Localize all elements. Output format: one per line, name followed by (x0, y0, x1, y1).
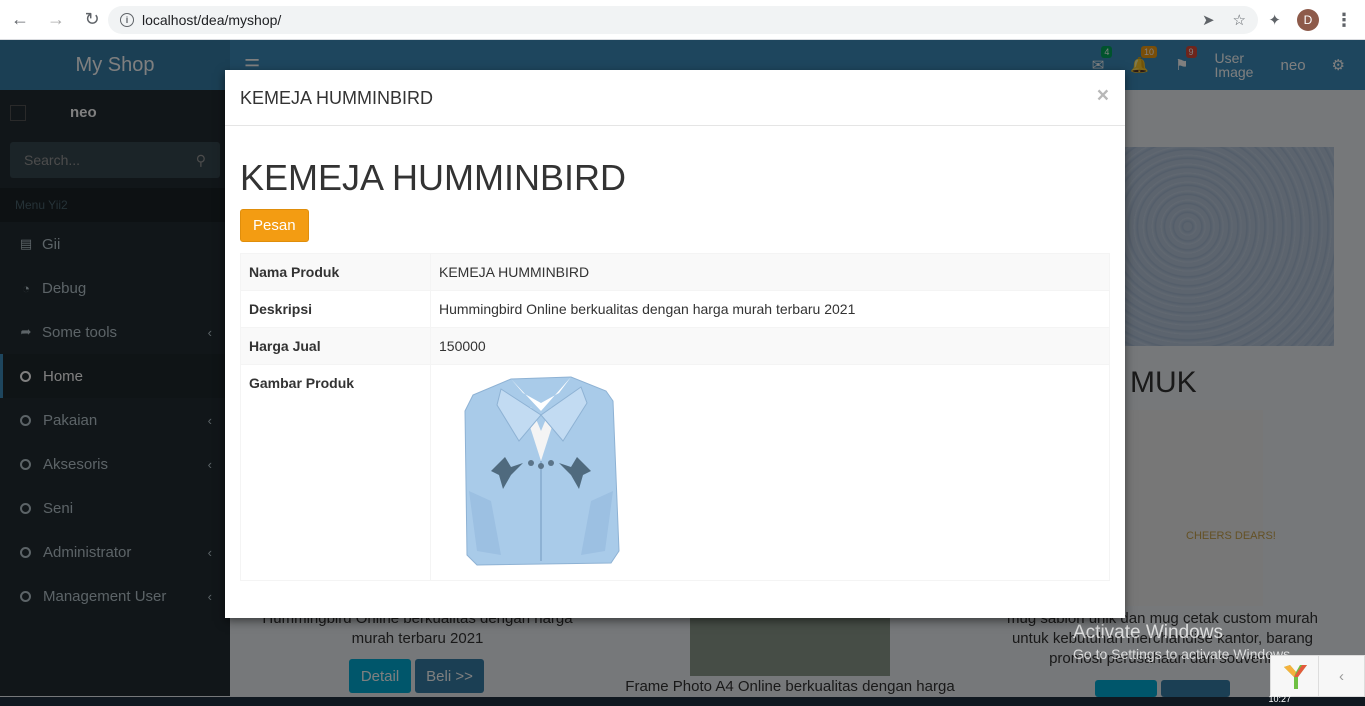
windows-activation-watermark: Activate Windows Go to Settings to activ… (1073, 622, 1294, 662)
back-icon[interactable]: ← (4, 4, 36, 36)
bookmark-star-icon[interactable]: ☆ (1233, 11, 1246, 29)
order-button[interactable]: Pesan (240, 209, 309, 242)
send-icon[interactable]: ➤ (1202, 11, 1215, 29)
browser-toolbar: ← → ↻ i localhost/dea/myshop/ ➤ ☆ ✦ D ⋮ (0, 0, 1365, 40)
taskbar-clock: 10:27 (1268, 694, 1291, 704)
browser-menu-icon[interactable]: ⋮ (1335, 10, 1353, 31)
yii-logo-icon[interactable] (1271, 656, 1319, 696)
row-label: Deskripsi (240, 290, 431, 328)
site-info-icon[interactable]: i (120, 13, 134, 27)
product-image-cell (430, 364, 1110, 581)
windows-taskbar: 10:27 (0, 694, 1365, 706)
shirt-image (441, 371, 641, 571)
close-icon[interactable]: × (1097, 84, 1109, 108)
yii-debug-toolbar[interactable]: ‹ (1270, 655, 1365, 697)
row-value: Hummingbird Online berkualitas dengan ha… (430, 290, 1110, 328)
row-label: Harga Jual (240, 327, 431, 365)
product-detail-table: Nama Produk KEMEJA HUMMINBIRD Deskripsi … (240, 253, 1110, 581)
product-heading: KEMEJA HUMMINBIRD (240, 157, 627, 198)
table-row: Gambar Produk (240, 364, 1110, 581)
row-value: KEMEJA HUMMINBIRD (430, 253, 1110, 291)
watermark-subtitle: Go to Settings to activate Windows. (1073, 646, 1294, 662)
product-detail-modal: KEMEJA HUMMINBIRD × KEMEJA HUMMINBIRD Pe… (225, 70, 1125, 618)
forward-icon[interactable]: → (40, 4, 72, 36)
row-label: Nama Produk (240, 253, 431, 291)
table-row: Deskripsi Hummingbird Online berkualitas… (240, 290, 1110, 328)
modal-body: KEMEJA HUMMINBIRD Pesan Nama Produk KEME… (225, 126, 1125, 596)
row-label: Gambar Produk (240, 364, 431, 581)
profile-avatar[interactable]: D (1297, 9, 1319, 31)
modal-header: KEMEJA HUMMINBIRD × (225, 70, 1125, 126)
modal-title: KEMEJA HUMMINBIRD (240, 88, 434, 108)
reload-icon[interactable]: ↻ (76, 4, 108, 36)
watermark-title: Activate Windows (1073, 622, 1223, 643)
table-row: Nama Produk KEMEJA HUMMINBIRD (240, 253, 1110, 291)
url-text[interactable]: localhost/dea/myshop/ (142, 12, 281, 28)
table-row: Harga Jual 150000 (240, 327, 1110, 365)
row-value: 150000 (430, 327, 1110, 365)
address-bar[interactable]: i localhost/dea/myshop/ ➤ ☆ (108, 6, 1258, 34)
chevron-left-icon[interactable]: ‹ (1319, 668, 1364, 685)
extensions-icon[interactable]: ✦ (1268, 11, 1281, 29)
